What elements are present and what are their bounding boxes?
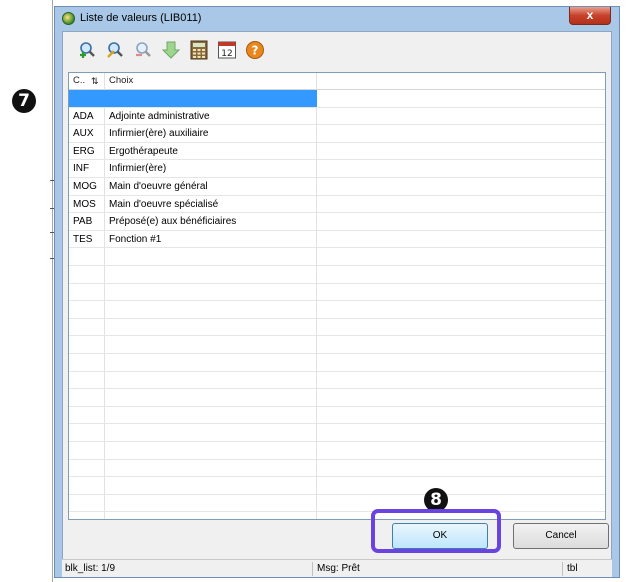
- cell-choice: Main d'oeuvre général: [109, 181, 208, 192]
- cell-code: ERG: [73, 145, 95, 157]
- cell-code: TES: [73, 233, 93, 245]
- cell-code: ADA: [73, 110, 94, 122]
- table-row-empty: [69, 407, 605, 425]
- table-row-empty: [69, 248, 605, 266]
- table-row[interactable]: MOG Main d'oeuvre général: [69, 178, 605, 196]
- table-row-empty: [69, 460, 605, 478]
- table-row-empty: [69, 495, 605, 513]
- dialog-titlebar[interactable]: Liste de valeurs (LIB011) x: [55, 7, 619, 31]
- status-message: Msg: Prêt: [317, 563, 360, 574]
- sort-ascending-icon: ⇅: [91, 76, 99, 86]
- table-row-empty: [69, 266, 605, 284]
- calendar-day: 12: [221, 49, 232, 59]
- cell-choice: Préposé(e) aux bénéficiaires: [109, 216, 237, 228]
- cell-choice: Fonction #1: [109, 233, 162, 245]
- status-separator: [562, 562, 563, 576]
- table-row[interactable]: MOS Main d'oeuvre spécialisé: [69, 196, 605, 214]
- table-row[interactable]: ERG Ergothérapeute: [69, 143, 605, 161]
- help-icon[interactable]: ?: [245, 40, 265, 60]
- cell-code: [69, 90, 105, 107]
- status-mode: tbl: [567, 563, 578, 574]
- cell-code: MOS: [73, 198, 96, 210]
- cell-code: AUX: [73, 128, 94, 140]
- table-row-selected[interactable]: [69, 90, 605, 108]
- table-row-empty: [69, 389, 605, 407]
- values-table: C.. ⇅ Choix ADA Adjointe administrative AU…: [68, 72, 606, 520]
- table-row-empty: [69, 319, 605, 337]
- cell-code: INF: [73, 163, 90, 175]
- cell-code: MOG: [73, 181, 97, 192]
- table-row[interactable]: ADA Adjointe administrative: [69, 108, 605, 126]
- search-remove-icon[interactable]: [133, 40, 153, 60]
- column-header-code[interactable]: C.. ⇅: [69, 73, 105, 89]
- close-button[interactable]: x: [569, 7, 611, 25]
- cell-choice: Ergothérapeute: [109, 145, 178, 157]
- table-row-empty: [69, 372, 605, 390]
- table-row-empty: [69, 284, 605, 302]
- cell-choice: [105, 90, 317, 107]
- callout-badge-7: 7: [12, 89, 36, 113]
- ok-button-highlight-frame: [371, 509, 501, 553]
- table-row-empty: [69, 354, 605, 372]
- table-row[interactable]: TES Fonction #1: [69, 231, 605, 249]
- status-list-position: blk_list: 1/9: [65, 563, 116, 574]
- table-header: C.. ⇅ Choix: [69, 73, 605, 90]
- calculator-icon[interactable]: [189, 40, 209, 60]
- table-row-empty: [69, 301, 605, 319]
- table-row[interactable]: INF Infirmier(ère): [69, 160, 605, 178]
- table-row[interactable]: AUX Infirmier(ère) auxiliaire: [69, 125, 605, 143]
- cell-choice: Main d'oeuvre spécialisé: [109, 198, 219, 210]
- dialog-client-area: 12 ? C.. ⇅ Choix ADA Adjointe administrat…: [62, 31, 612, 571]
- column-header-choice[interactable]: Choix: [105, 73, 317, 89]
- table-row-empty: [69, 336, 605, 354]
- table-row-empty: [69, 442, 605, 460]
- download-arrow-icon[interactable]: [161, 40, 181, 60]
- app-icon: [62, 12, 75, 25]
- cell-choice: Adjointe administrative: [109, 110, 210, 122]
- table-row[interactable]: PAB Préposé(e) aux bénéficiaires: [69, 213, 605, 231]
- cell-choice: Infirmier(ère): [109, 163, 167, 175]
- search-edit-icon[interactable]: [105, 40, 125, 60]
- cell-code: PAB: [73, 216, 93, 228]
- list-of-values-dialog: Liste de valeurs (LIB011) x 12 ? C.. ⇅ C…: [54, 6, 620, 578]
- table-row-empty: [69, 477, 605, 495]
- dialog-title: Liste de valeurs (LIB011): [80, 12, 202, 24]
- cancel-button[interactable]: Cancel: [513, 523, 609, 549]
- column-header-code-label: C..: [73, 75, 86, 86]
- status-bar: blk_list: 1/9 Msg: Prêt tbl: [62, 559, 612, 577]
- help-glyph: ?: [252, 44, 259, 58]
- calendar-icon[interactable]: 12: [217, 40, 237, 60]
- background-window-edge: [52, 0, 53, 582]
- background-window: [0, 0, 54, 582]
- status-separator: [312, 562, 313, 576]
- search-add-icon[interactable]: [77, 40, 97, 60]
- table-row-empty: [69, 424, 605, 442]
- cell-choice: Infirmier(ère) auxiliaire: [109, 128, 209, 140]
